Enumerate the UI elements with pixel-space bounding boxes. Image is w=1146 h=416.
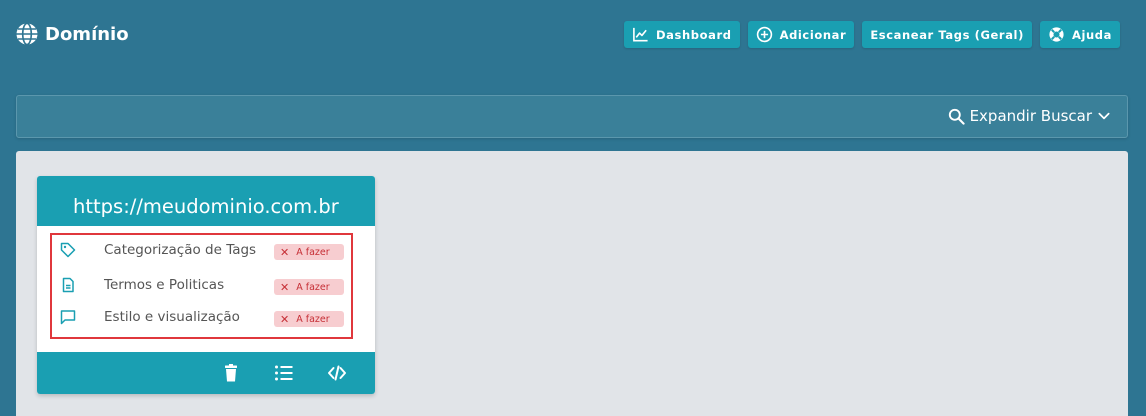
close-icon: ✕ [280, 245, 290, 259]
checklist-item-label: Categorização de Tags [104, 242, 257, 258]
dashboard-label: Dashboard [656, 27, 732, 42]
status-badge-label: A fazer [296, 281, 330, 293]
add-label: Adicionar [779, 27, 847, 42]
top-bar: Domínio Dashboard Adicionar Escanear Tag… [0, 0, 1146, 70]
chat-icon [60, 310, 76, 325]
brand[interactable]: Domínio [15, 22, 129, 46]
header-actions: Dashboard Adicionar Escanear Tags (Geral… [624, 21, 1120, 48]
trash-icon[interactable] [221, 363, 241, 383]
checklist-item[interactable]: Categorização de Tags ✕ A fazer [52, 238, 351, 262]
help-button[interactable]: Ajuda [1039, 21, 1120, 48]
domain-url[interactable]: https://meudominio.com.br [37, 176, 375, 226]
code-icon[interactable] [327, 363, 347, 383]
checklist-item-label: Estilo e visualização [104, 309, 240, 325]
chart-line-icon [633, 27, 648, 42]
checklist-item[interactable]: Termos e Politicas ✕ A fazer [52, 273, 351, 297]
help-label: Ajuda [1071, 27, 1112, 42]
chevron-down-icon [1098, 112, 1110, 120]
list-icon[interactable] [274, 363, 294, 383]
document-icon [62, 277, 74, 293]
status-badge: ✕ A fazer [274, 311, 344, 327]
expand-search-toggle[interactable]: Expandir Buscar [948, 107, 1111, 125]
globe-icon [16, 22, 38, 46]
expand-search-label: Expandir Buscar [969, 107, 1092, 125]
life-ring-icon [1049, 27, 1064, 42]
domain-card: https://meudominio.com.br Categorização … [37, 176, 375, 394]
checklist-item-label: Termos e Politicas [104, 277, 225, 293]
card-footer [37, 352, 375, 394]
search-bar: Expandir Buscar [16, 95, 1128, 138]
status-badge-label: A fazer [296, 246, 330, 258]
tag-icon [60, 242, 76, 258]
checklist-item[interactable]: Estilo e visualização ✕ A fazer [52, 305, 351, 329]
brand-title: Domínio [45, 23, 129, 45]
scan-tags-label: Escanear Tags (Geral) [870, 27, 1024, 42]
dashboard-button[interactable]: Dashboard [624, 21, 740, 48]
checklist: Categorização de Tags ✕ A fazer Termos e… [50, 233, 353, 339]
status-badge: ✕ A fazer [274, 244, 344, 260]
close-icon: ✕ [280, 280, 290, 294]
status-badge-label: A fazer [296, 313, 330, 325]
status-badge: ✕ A fazer [274, 279, 344, 295]
scan-tags-button[interactable]: Escanear Tags (Geral) [862, 21, 1032, 48]
plus-circle-icon [756, 26, 772, 43]
close-icon: ✕ [280, 312, 290, 326]
search-icon [948, 108, 965, 125]
add-button[interactable]: Adicionar [747, 21, 855, 48]
